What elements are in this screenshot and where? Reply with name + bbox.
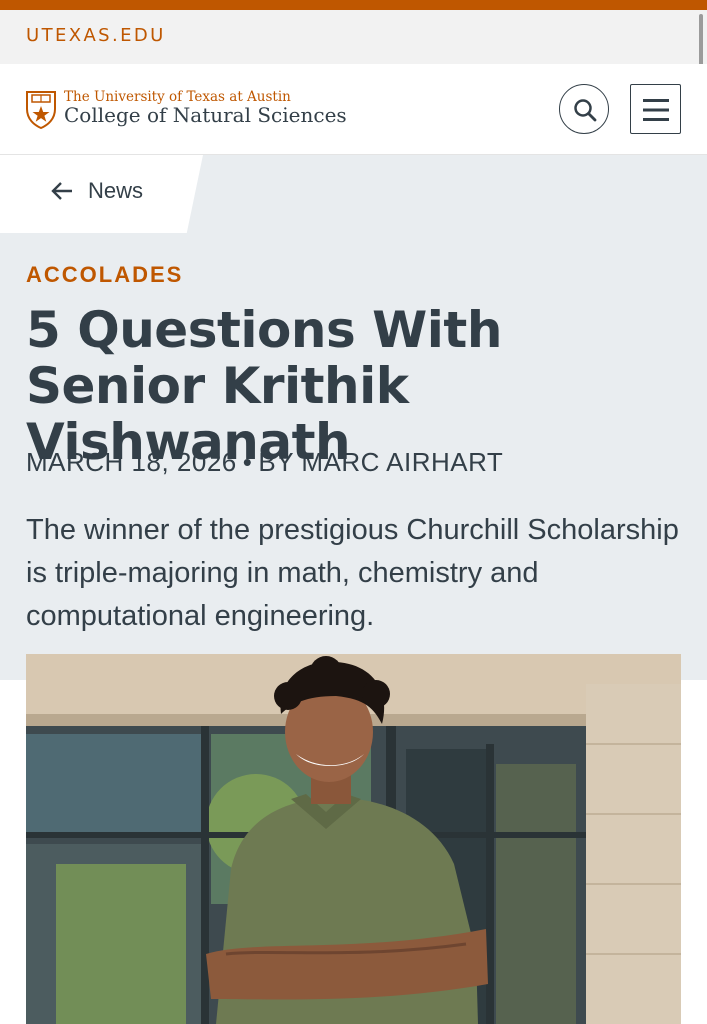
article-category[interactable]: ACCOLADES (26, 262, 183, 288)
byline-separator: • (242, 447, 253, 477)
search-button[interactable] (559, 84, 609, 134)
back-link-label: News (88, 178, 144, 203)
article-hero-photo (26, 654, 681, 1024)
search-icon (574, 99, 597, 122)
menu-button[interactable] (630, 84, 681, 134)
article-byline: MARCH 18, 2026 • BY MARC AIRHART (26, 447, 503, 478)
utexas-link[interactable]: UTEXAS.EDU (26, 25, 166, 46)
hamburger-menu-icon (643, 99, 669, 121)
back-to-news-link[interactable]: News (50, 178, 143, 204)
site-header: The University of Texas at Austin Colleg… (0, 64, 707, 155)
logo-college-name: College of Natural Sciences (64, 103, 347, 127)
college-logo[interactable]: The University of Texas at Austin Colleg… (24, 89, 347, 129)
arrow-left-icon (51, 182, 72, 200)
portrait-photo-illustration (26, 654, 681, 1024)
article-deck: The winner of the prestigious Churchill … (26, 514, 679, 632)
ut-shield-icon (26, 91, 56, 129)
brand-color-bar (0, 0, 707, 10)
utility-bar: UTEXAS.EDU (0, 10, 707, 64)
article-title: 5 Questions With Senior Krithik Vishwana… (26, 301, 502, 471)
article-date: MARCH 18, 2026 (26, 447, 237, 477)
article-author[interactable]: BY MARC AIRHART (258, 447, 503, 477)
